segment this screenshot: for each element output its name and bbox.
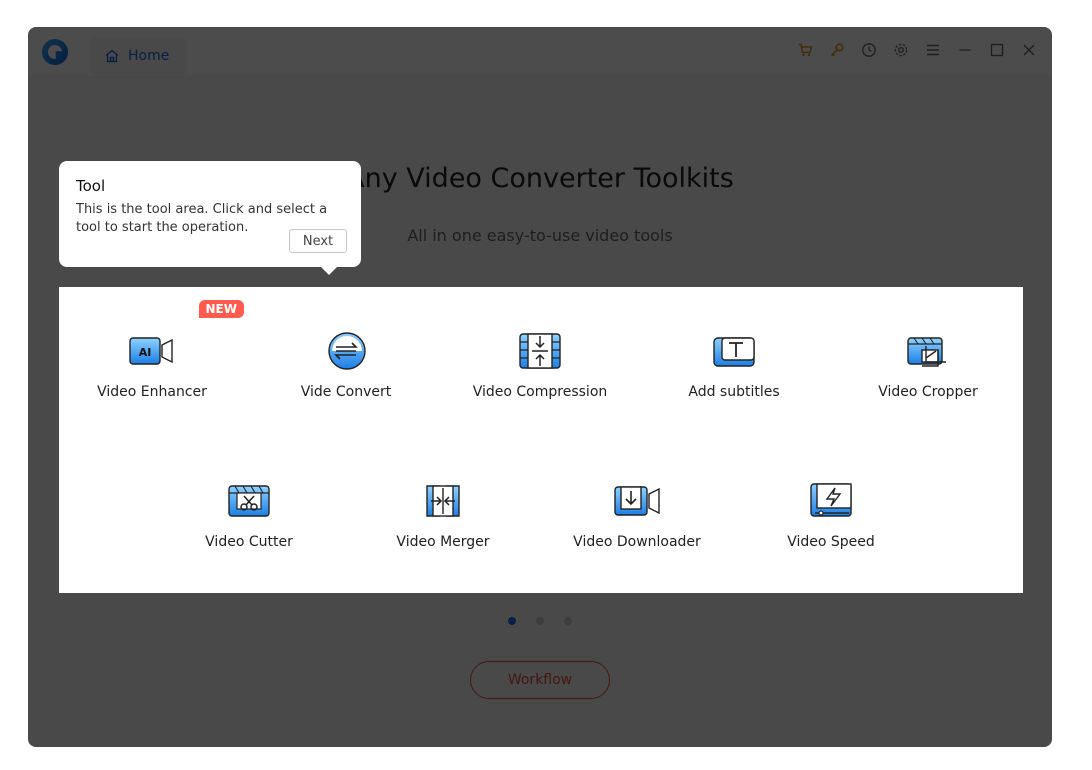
tool-label: Video Cutter: [205, 534, 293, 550]
menu-icon[interactable]: [922, 39, 944, 61]
close-icon[interactable]: [1018, 39, 1040, 61]
next-button[interactable]: Next: [289, 229, 347, 253]
app-window: Home Any Video Converter Toolkits All in…: [28, 27, 1052, 747]
tooltip-title: Tool: [76, 177, 106, 195]
subtitles-icon: [710, 330, 758, 372]
tool-label: Video Downloader: [573, 534, 701, 550]
tool-card-video-merger[interactable]: Video Merger: [358, 456, 528, 582]
key-icon[interactable]: [826, 39, 848, 61]
tool-area: NEW AI Video Enhancer Vide Convert Video…: [59, 287, 1023, 593]
onboarding-tooltip: Tool This is the tool area. Click and se…: [59, 161, 361, 275]
tool-label: Add subtitles: [688, 384, 780, 400]
home-icon: [105, 49, 119, 63]
tool-label: Vide Convert: [300, 384, 392, 400]
convert-icon: [322, 330, 370, 372]
pagination-dot-3[interactable]: [564, 617, 572, 625]
new-badge: NEW: [198, 300, 244, 318]
tab-home-label: Home: [128, 48, 170, 64]
tool-card-video-enhancer[interactable]: NEW AI Video Enhancer: [67, 300, 244, 432]
cart-icon[interactable]: [794, 39, 816, 61]
workflow-button[interactable]: Workflow: [470, 661, 610, 699]
tool-card-vide-convert[interactable]: Vide Convert: [261, 306, 431, 432]
tool-label: Video Cropper: [878, 384, 978, 400]
svg-text:AI: AI: [139, 346, 152, 359]
crop-icon: [904, 330, 952, 372]
ai-enhance-icon: AI: [128, 330, 176, 372]
tab-home[interactable]: Home: [90, 38, 186, 74]
tool-card-video-downloader[interactable]: Video Downloader: [552, 456, 722, 582]
merge-icon: [419, 480, 467, 522]
maximize-icon[interactable]: [986, 39, 1008, 61]
scissors-icon: [225, 480, 273, 522]
tool-card-video-compression[interactable]: Video Compression: [455, 306, 625, 432]
tool-card-video-speed[interactable]: Video Speed: [746, 456, 916, 582]
compression-icon: [516, 330, 564, 372]
tool-card-video-cropper[interactable]: Video Cropper: [843, 306, 1013, 432]
minimize-icon[interactable]: [954, 39, 976, 61]
title-bar: Home: [28, 27, 1052, 75]
tool-label: Video Enhancer: [97, 384, 207, 400]
pagination-dot-2[interactable]: [536, 617, 544, 625]
settings-icon[interactable]: [890, 39, 912, 61]
tool-label: Video Compression: [472, 384, 608, 400]
tool-label: Video Merger: [396, 534, 490, 550]
pagination-dot-1[interactable]: [508, 617, 516, 625]
download-icon: [613, 480, 661, 522]
speed-icon: [807, 480, 855, 522]
tool-card-add-subtitles[interactable]: Add subtitles: [649, 306, 819, 432]
tool-label: Video Speed: [787, 534, 875, 550]
app-logo: [42, 39, 68, 65]
history-icon[interactable]: [858, 39, 880, 61]
pagination-dots: [508, 617, 572, 625]
tool-card-video-cutter[interactable]: Video Cutter: [164, 456, 334, 582]
